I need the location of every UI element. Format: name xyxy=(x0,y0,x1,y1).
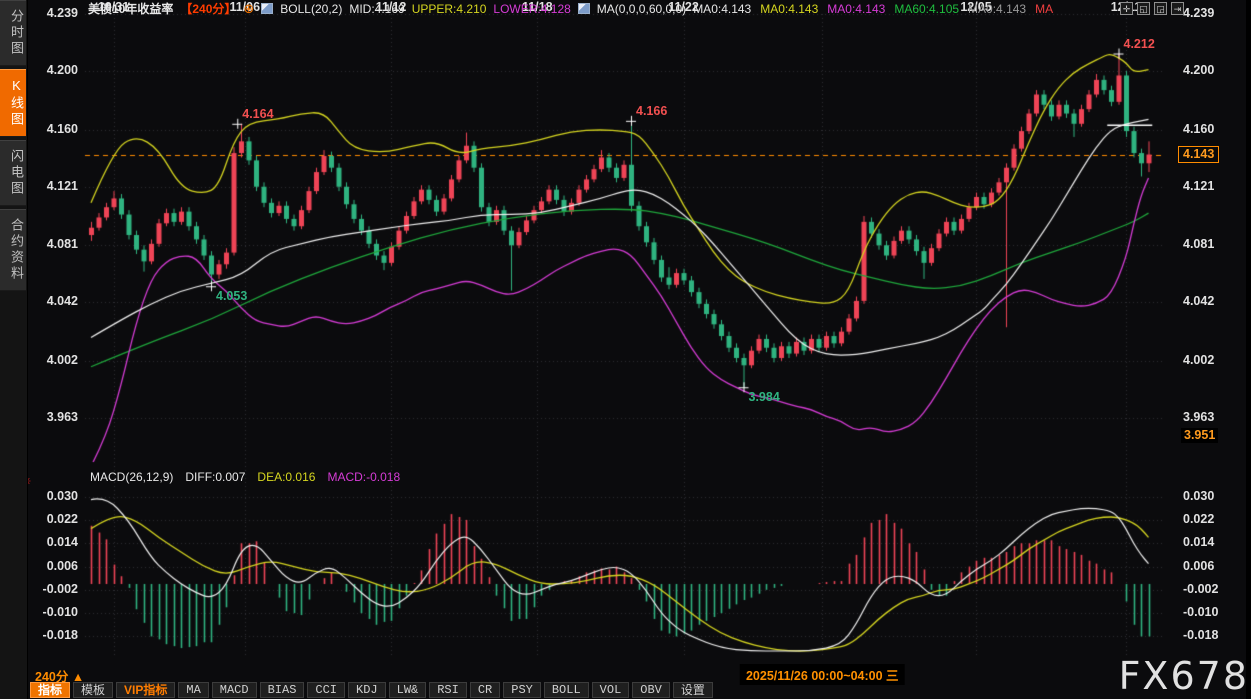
ma-value: MA0:4.143 xyxy=(760,2,818,16)
selected-session-label: 2025/11/26 00:00~04:00 三 xyxy=(740,664,905,685)
period-label: 【240分】 xyxy=(180,0,236,17)
price-axis-tick-right: 4.239 xyxy=(1183,6,1225,20)
macd-axis-tick-right: 0.022 xyxy=(1183,512,1225,526)
toolbar-button-CCI[interactable]: CCI xyxy=(307,682,345,698)
price-axis-tick-left: 4.121 xyxy=(36,179,78,193)
price-axis-tick-right: 4.200 xyxy=(1183,63,1225,77)
macd-axis-tick-left: -0.018 xyxy=(36,628,78,642)
macd-axis-tick-left: -0.002 xyxy=(36,582,78,596)
price-annotation: 4.164 xyxy=(242,107,273,121)
price-axis-tick-right: 3.963 xyxy=(1183,410,1225,424)
ma-value: MA60:4.105 xyxy=(894,2,959,16)
macd-axis-tick-right: 0.014 xyxy=(1183,535,1225,549)
ma-value: MA0:4.143 xyxy=(968,2,1026,16)
macd-axis-tick-right: -0.018 xyxy=(1183,628,1225,642)
price-annotation: 4.053 xyxy=(216,289,247,303)
toolbar-button-RSI[interactable]: RSI xyxy=(429,682,467,698)
macd-header: MACD(26,12,9) DIFF:0.007 DEA:0.016 MACD:… xyxy=(90,470,400,484)
ma-value: MA0:4.143 xyxy=(827,2,885,16)
ma-group-name: MA(0,0,0,60,0,0) xyxy=(597,2,686,16)
right-edge-strip xyxy=(1246,0,1251,699)
current-price-marker: 4.143 xyxy=(1178,146,1219,163)
boll-name: BOLL(20,2) xyxy=(280,2,342,16)
macd-axis-tick-left: 0.014 xyxy=(36,535,78,549)
macd-axis-tick-right: 0.030 xyxy=(1183,489,1225,503)
macd-axis-tick-left: 0.022 xyxy=(36,512,78,526)
macd-name: MACD(26,12,9) xyxy=(90,470,173,484)
chart-canvas[interactable] xyxy=(0,0,1251,699)
macd-diff-value: DIFF:0.007 xyxy=(185,470,245,484)
boll-mid-value: MID:4.169 xyxy=(349,2,404,16)
ma-value: MA0:4.143 xyxy=(693,2,751,16)
indicator-header: 美债10年收益率 【240分】 ⊕ BOLL(20,2) MID:4.169 U… xyxy=(88,1,1053,16)
chart-type-sidebar: 分时图 K线图闪电图合约资料 xyxy=(0,0,28,699)
instrument-title: 美债10年收益率 xyxy=(88,0,173,17)
trading-terminal: 分时图 K线图闪电图合约资料 美债10年收益率 【240分】 ⊕ BOLL(20,… xyxy=(0,0,1251,699)
secondary-price-marker: 3.951 xyxy=(1181,428,1218,443)
indicator-toolbar: 指标模板VIP指标MAMACDBIASCCIKDJLW&RSICRPSYBOLL… xyxy=(30,682,713,698)
price-axis-tick-left: 4.200 xyxy=(36,63,78,77)
toolbar-button-CR[interactable]: CR xyxy=(470,682,500,698)
ma-value: MA xyxy=(1035,2,1053,16)
sidebar-tab-闪电图[interactable]: 闪电图 xyxy=(0,140,26,206)
macd-axis-tick-left: 0.030 xyxy=(36,489,78,503)
boll-lower-value: LOWER:4.128 xyxy=(493,2,570,16)
ma-chart-icon[interactable] xyxy=(578,3,590,14)
price-axis-tick-left: 4.081 xyxy=(36,237,78,251)
macd-macd-value: MACD:-0.018 xyxy=(327,470,400,484)
price-axis-tick-left: 4.042 xyxy=(36,294,78,308)
boll-upper-value: UPPER:4.210 xyxy=(412,2,487,16)
sidebar-tab-K线图[interactable]: K线图 xyxy=(0,69,26,137)
price-axis-tick-left: 4.239 xyxy=(36,6,78,20)
pan-right-icon[interactable]: ⇥ xyxy=(1171,2,1184,15)
macd-dea-value: DEA:0.016 xyxy=(257,470,315,484)
indicator-settings-icon[interactable]: ⊕ xyxy=(243,2,254,15)
price-axis-tick-right: 4.121 xyxy=(1183,179,1225,193)
price-axis-tick-right: 4.160 xyxy=(1183,122,1225,136)
price-annotation: 4.212 xyxy=(1124,37,1155,51)
macd-axis-tick-left: 0.006 xyxy=(36,559,78,573)
zoom-y-left-icon[interactable]: ◱ xyxy=(1137,2,1150,15)
toolbar-button-KDJ[interactable]: KDJ xyxy=(348,682,386,698)
toolbar-button-OBV[interactable]: OBV xyxy=(632,682,670,698)
ma-values: MA0:4.143 MA0:4.143 MA0:4.143 MA60:4.105 MA0… xyxy=(693,2,1053,16)
price-axis-tick-left: 3.963 xyxy=(36,410,78,424)
macd-axis-tick-right: -0.010 xyxy=(1183,605,1225,619)
macd-axis-tick-right: -0.002 xyxy=(1183,582,1225,596)
toolbar-button-指标[interactable]: 指标 xyxy=(30,682,70,698)
toolbar-button-设置[interactable]: 设置 xyxy=(673,682,713,698)
pan-icon[interactable]: ✛ xyxy=(1120,2,1133,15)
chart-window-icons: ✛ ◱ ◲ ⇥ xyxy=(1120,2,1184,15)
boll-chart-icon[interactable] xyxy=(261,3,273,14)
price-axis-tick-left: 4.002 xyxy=(36,353,78,367)
toolbar-button-BOLL[interactable]: BOLL xyxy=(544,682,589,698)
price-annotation: 3.984 xyxy=(749,390,780,404)
sidebar-tab-合约资料[interactable]: 合约资料 xyxy=(0,209,26,291)
sidebar-tab-分时图[interactable]: 分时图 xyxy=(0,0,26,66)
zoom-y-right-icon[interactable]: ◲ xyxy=(1154,2,1167,15)
price-axis-tick-right: 4.081 xyxy=(1183,237,1225,251)
price-axis-tick-right: 4.042 xyxy=(1183,294,1225,308)
price-axis-tick-right: 4.002 xyxy=(1183,353,1225,367)
price-axis-tick-left: 4.160 xyxy=(36,122,78,136)
toolbar-button-PSY[interactable]: PSY xyxy=(503,682,541,698)
toolbar-button-LW&[interactable]: LW& xyxy=(389,682,427,698)
macd-axis-tick-left: -0.010 xyxy=(36,605,78,619)
toolbar-button-模板[interactable]: 模板 xyxy=(73,682,113,698)
watermark: FX678 xyxy=(1119,657,1249,695)
toolbar-button-VIP指标[interactable]: VIP指标 xyxy=(116,682,175,698)
toolbar-button-MA[interactable]: MA xyxy=(178,682,208,698)
macd-axis-tick-right: 0.006 xyxy=(1183,559,1225,573)
toolbar-button-MACD[interactable]: MACD xyxy=(212,682,257,698)
price-annotation: 4.166 xyxy=(636,104,667,118)
toolbar-button-BIAS[interactable]: BIAS xyxy=(260,682,305,698)
toolbar-button-VOL[interactable]: VOL xyxy=(592,682,630,698)
